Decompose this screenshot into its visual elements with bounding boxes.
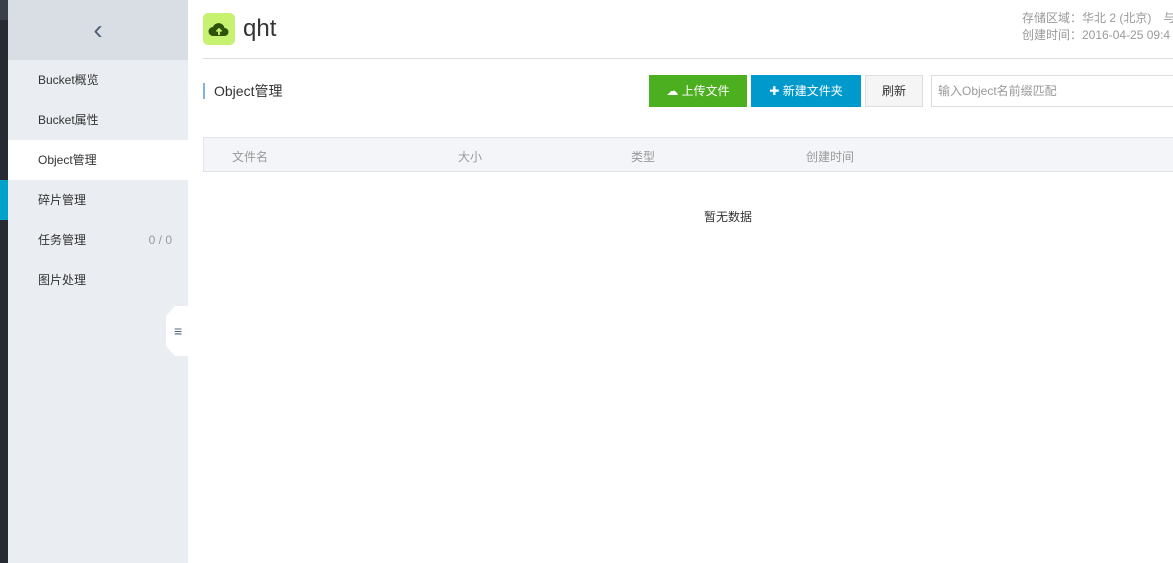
divider <box>203 58 1173 59</box>
upload-icon: ☁ <box>666 84 679 98</box>
sidebar-item-task-management[interactable]: 任务管理 0 / 0 <box>8 220 188 260</box>
empty-state: 暂无数据 <box>704 210 753 224</box>
sidebar-item-image-processing[interactable]: 图片处理 <box>8 260 188 300</box>
back-button[interactable]: ‹ <box>8 0 188 60</box>
app-nav-strip <box>0 0 8 563</box>
sidebar: ‹ Bucket概览 Bucket属性 Object管理 碎片管理 任务管理 0 … <box>8 0 188 563</box>
region-info: 存储区域：华北 2 (北京) 与 <box>1022 11 1173 25</box>
new-folder-label: 新建文件夹 <box>782 84 843 98</box>
new-folder-button[interactable]: ✚ 新建文件夹 <box>751 75 861 107</box>
main-content: qht 存储区域：华北 2 (北京) 与创建时间：2016-04-25 09:4… <box>188 0 1173 563</box>
table-header: 文件名 大小 类型 创建时间 <box>203 137 1173 172</box>
bucket-name: qht <box>243 15 277 42</box>
collapse-sidebar-toggle[interactable]: ≡ <box>166 306 188 356</box>
bucket-cloud-icon <box>203 13 235 45</box>
refresh-button[interactable]: 刷新 <box>865 75 923 107</box>
created-time: 创建时间：2016-04-25 09:4 <box>1022 28 1171 42</box>
object-prefix-search-input[interactable] <box>931 75 1173 107</box>
upload-file-button[interactable]: ☁ 上传文件 <box>649 75 747 107</box>
sidebar-item-bucket-overview[interactable]: Bucket概览 <box>8 60 188 100</box>
column-size: 大小 <box>458 150 483 164</box>
column-type: 类型 <box>631 150 656 164</box>
sidebar-item-object-management[interactable]: Object管理 <box>8 140 188 180</box>
sidebar-item-bucket-properties[interactable]: Bucket属性 <box>8 100 188 140</box>
section-title: Object管理 <box>203 83 282 99</box>
chevron-left-icon: ‹ <box>93 14 103 45</box>
column-created-time: 创建时间 <box>806 150 855 164</box>
plus-icon: ✚ <box>769 84 780 98</box>
sidebar-item-label: 任务管理 <box>38 233 87 247</box>
task-count: 0 / 0 <box>148 233 172 247</box>
upload-label: 上传文件 <box>681 84 730 98</box>
sidebar-item-fragment-management[interactable]: 碎片管理 <box>8 180 188 220</box>
menu-icon: ≡ <box>174 323 183 339</box>
column-filename: 文件名 <box>232 150 269 164</box>
